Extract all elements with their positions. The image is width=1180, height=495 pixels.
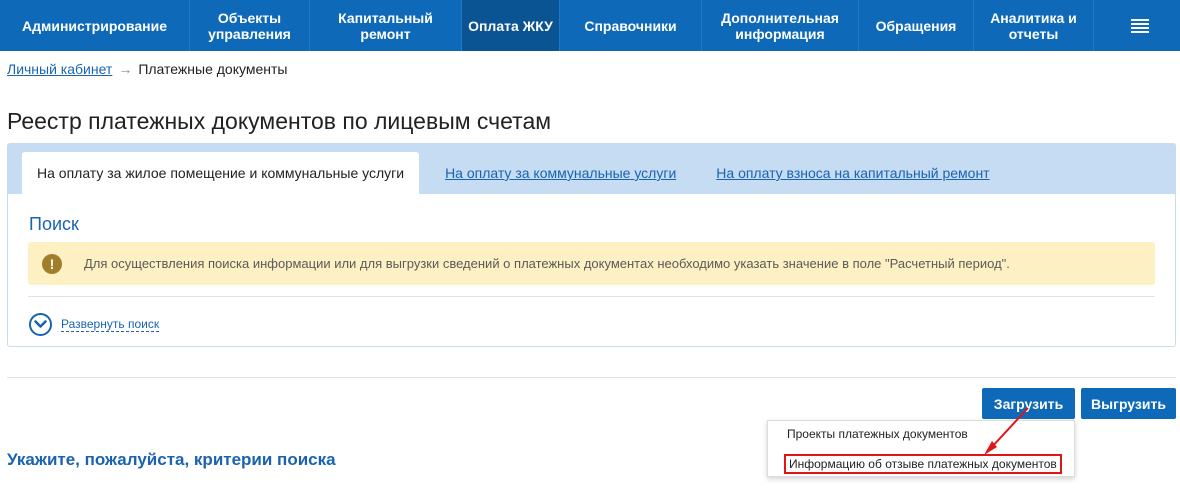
tab-utilities[interactable]: На оплату за коммунальные услуги xyxy=(431,152,690,194)
nav-item-label: Справочники xyxy=(584,17,677,34)
nav-item-label: Администрирование xyxy=(22,17,167,34)
dropdown-item-payment-doc-withdrawal-info[interactable]: Информацию об отзыве платежных документо… xyxy=(784,454,1062,474)
nav-item-appeals[interactable]: Обращения xyxy=(859,0,974,51)
nav-item-label: Объекты управления xyxy=(208,9,291,42)
top-navigation: Администрирование Объекты управления Кап… xyxy=(0,0,1180,51)
hamburger-icon xyxy=(1131,18,1149,33)
warning-icon: ! xyxy=(42,253,62,274)
expand-search-label: Развернуть поиск xyxy=(61,317,160,332)
chevron-down-icon xyxy=(29,313,52,336)
breadcrumb-arrow-icon: → xyxy=(118,61,133,77)
breadcrumb: Личный кабинет → Платежные документы xyxy=(7,61,287,77)
nav-item-analytics[interactable]: Аналитика и отчеты xyxy=(974,0,1094,51)
nav-item-directories[interactable]: Справочники xyxy=(560,0,702,51)
nav-item-management-objects[interactable]: Объекты управления xyxy=(190,0,310,51)
nav-item-capital-repair[interactable]: Капитальный ремонт xyxy=(310,0,462,51)
tab-housing-and-utilities[interactable]: На оплату за жилое помещение и коммуналь… xyxy=(22,152,420,194)
nav-item-label: Дополнительная информация xyxy=(721,9,839,42)
search-notice-text: Для осуществления поиска информации или … xyxy=(84,256,1010,271)
search-notice: ! Для осуществления поиска информации ил… xyxy=(28,242,1155,285)
page-title: Реестр платежных документов по лицевым с… xyxy=(7,108,552,134)
hamburger-menu-button[interactable] xyxy=(1100,0,1180,51)
nav-item-housing-payment[interactable]: Оплата ЖКУ xyxy=(462,0,560,51)
breadcrumb-home-link[interactable]: Личный кабинет xyxy=(7,61,112,77)
search-title: Поиск xyxy=(29,214,79,234)
expand-search-toggle[interactable]: Развернуть поиск xyxy=(29,313,160,336)
search-panel: На оплату за жилое помещение и коммуналь… xyxy=(7,143,1176,347)
download-button[interactable]: Выгрузить xyxy=(1081,388,1176,419)
upload-button[interactable]: Загрузить xyxy=(982,388,1075,419)
nav-item-additional-info[interactable]: Дополнительная информация xyxy=(702,0,859,51)
nav-item-label: Оплата ЖКУ xyxy=(468,17,553,34)
nav-item-administration[interactable]: Администрирование xyxy=(0,0,190,51)
divider xyxy=(7,377,1176,378)
nav-item-label: Обращения xyxy=(875,17,957,34)
nav-item-label: Капитальный ремонт xyxy=(338,9,433,42)
tab-capital-repair-fee[interactable]: На оплату взноса на капитальный ремонт xyxy=(702,152,1003,194)
upload-dropdown-menu: Проекты платежных документов Информацию … xyxy=(767,420,1075,477)
tab-bar: На оплату за жилое помещение и коммуналь… xyxy=(8,144,1175,194)
search-criteria-prompt: Укажите, пожалуйста, критерии поиска xyxy=(7,450,336,469)
dropdown-item-payment-doc-drafts[interactable]: Проекты платежных документов xyxy=(787,427,968,441)
nav-item-label: Аналитика и отчеты xyxy=(990,9,1077,42)
breadcrumb-current: Платежные документы xyxy=(138,61,288,77)
divider xyxy=(28,296,1155,297)
